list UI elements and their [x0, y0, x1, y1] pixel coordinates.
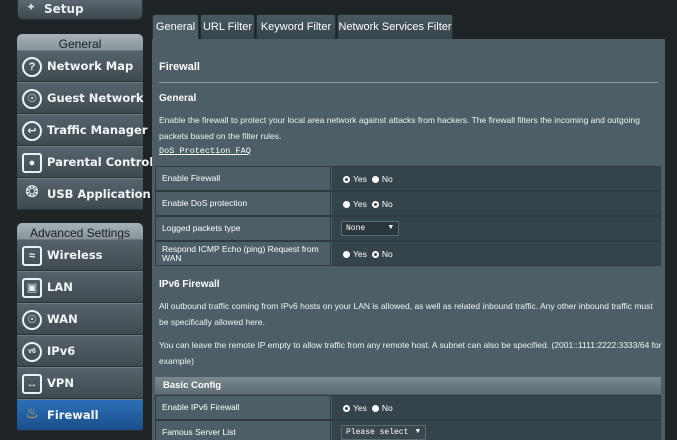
general-description: Enable the firewall to protect your loca… [159, 115, 640, 141]
setting-value: Please select ▼ [332, 421, 660, 440]
sidebar-item-network-map[interactable]: ? Network Map [17, 50, 143, 82]
enable-dos-yes-radio[interactable] [343, 200, 350, 208]
setting-label: Logged packets type [156, 217, 331, 240]
sidebar-item-label: Traffic Manager [47, 123, 148, 137]
radio-label: No [381, 249, 393, 259]
enable-firewall-row: Enable Firewall Yes No [155, 166, 661, 191]
vpn-icon: ↔ [22, 374, 42, 394]
sidebar-item-label: Wireless [47, 248, 103, 262]
setting-label: Enable Firewall [156, 167, 331, 190]
enable-dos-protection-row: Enable DoS protection Yes No [155, 191, 661, 216]
respond-icmp-row: Respond ICMP Echo (ping) Request from WA… [155, 241, 661, 266]
sidebar-item-wan[interactable]: ☉ WAN [17, 303, 143, 335]
chevron-down-icon: ▼ [388, 224, 393, 232]
sidebar-item-label: Guest Network [47, 91, 144, 105]
monitor-icon: ▣ [22, 278, 42, 298]
ipv6-description-1: All outbound traffic coming from IPv6 ho… [159, 301, 653, 327]
dos-protection-faq-link[interactable]: DoS Protection FAQ [159, 146, 251, 156]
sidebar-item-parental-controls[interactable]: ● Parental Controls [17, 146, 160, 178]
main-content: Firewall General Enable the firewall to … [152, 39, 665, 440]
puzzle-icon: ❂ [25, 184, 39, 201]
radio-label: Yes [353, 403, 367, 413]
network-map-icon: ? [22, 57, 42, 77]
setup-label: Setup [44, 2, 84, 16]
general-section-title: General [159, 93, 197, 104]
chevron-down-icon: ▼ [415, 428, 420, 436]
radio-label: Yes [353, 199, 367, 209]
sidebar-item-wireless[interactable]: ≈ Wireless [17, 239, 143, 271]
select-value: Please select [346, 428, 409, 437]
radio-label: No [381, 174, 393, 184]
enable-dos-no-radio[interactable] [371, 200, 379, 208]
setting-label: Respond ICMP Echo (ping) Request from WA… [156, 242, 331, 265]
setting-value: Yes No [332, 192, 660, 215]
setup-button[interactable]: ✦ Setup [17, 0, 143, 20]
sidebar-item-label: USB Application [47, 187, 151, 201]
advanced-menu: ≈ Wireless ▣ LAN ☉ WAN v6 IPv6 ↔ VPN ♨ F… [17, 239, 143, 431]
select-value: None [346, 224, 366, 233]
setting-value: Yes No [332, 396, 660, 419]
globe-icon: ☉ [22, 89, 42, 109]
wifi-icon: ≈ [22, 246, 42, 266]
gauge-icon: ↩ [22, 121, 42, 141]
sidebar-item-label: Firewall [47, 408, 99, 422]
page-title: Firewall [159, 61, 200, 73]
radio-label: Yes [353, 174, 367, 184]
respond-icmp-yes-radio[interactable] [343, 250, 350, 258]
lock-icon: ● [22, 153, 42, 173]
setting-label: Famous Server List [156, 421, 331, 440]
enable-ipv6-firewall-row: Enable IPv6 Firewall Yes No [155, 395, 661, 420]
sidebar-item-lan[interactable]: ▣ LAN [17, 271, 143, 303]
ipv6-icon: v6 [22, 342, 42, 362]
famous-server-list-select[interactable]: Please select ▼ [341, 425, 426, 440]
title-divider [159, 82, 658, 83]
setting-label: Enable DoS protection [156, 192, 331, 215]
sidebar-item-label: Parental Controls [47, 155, 161, 169]
sidebar-item-usb-application[interactable]: ❂ USB Application [17, 178, 151, 210]
setting-value: Yes No [332, 167, 660, 190]
sidebar-item-label: LAN [47, 280, 73, 294]
sidebar-item-guest-network[interactable]: ☉ Guest Network [17, 82, 144, 114]
ipv6-firewall-title: IPv6 Firewall [159, 279, 220, 290]
setting-value: None ▼ [332, 217, 660, 240]
firewall-icon: ♨ [25, 405, 39, 422]
enable-firewall-yes-radio[interactable] [343, 175, 350, 183]
sidebar-item-firewall[interactable]: ♨ Firewall [17, 399, 143, 431]
tab-url-filter[interactable]: URL Filter [200, 14, 255, 39]
wand-icon: ✦ [26, 0, 37, 14]
enable-firewall-no-radio[interactable] [371, 175, 379, 183]
radio-label: No [381, 403, 393, 413]
setting-label: Enable IPv6 Firewall [156, 396, 331, 419]
sidebar-item-label: Network Map [47, 59, 134, 73]
radio-label: No [381, 199, 393, 209]
tab-general[interactable]: General [152, 14, 199, 39]
respond-icmp-no-radio[interactable] [371, 250, 379, 258]
sidebar-item-ipv6[interactable]: v6 IPv6 [17, 335, 143, 367]
general-menu: ? Network Map ☉ Guest Network ↩ Traffic … [17, 50, 160, 210]
sidebar-item-traffic-manager[interactable]: ↩ Traffic Manager [17, 114, 148, 146]
tab-network-services-filter[interactable]: Network Services Filter [337, 14, 453, 39]
enable-ipv6-firewall-yes-radio[interactable] [343, 404, 350, 412]
tab-keyword-filter[interactable]: Keyword Filter [256, 14, 336, 39]
basic-config-header: Basic Config [155, 377, 661, 394]
setting-value: Yes No [332, 242, 660, 265]
sidebar-item-label: VPN [47, 376, 74, 390]
globe-icon: ☉ [22, 310, 42, 330]
logged-packets-type-row: Logged packets type None ▼ [155, 216, 661, 241]
famous-server-list-row: Famous Server List Please select ▼ [155, 420, 661, 440]
radio-label: Yes [353, 249, 367, 259]
sidebar: ✦ Setup General ? Network Map ☉ Guest Ne… [0, 0, 160, 440]
enable-ipv6-firewall-no-radio[interactable] [371, 404, 379, 412]
sidebar-item-label: IPv6 [47, 344, 76, 358]
logged-packets-type-select[interactable]: None ▼ [341, 221, 399, 236]
sidebar-item-label: WAN [47, 312, 78, 326]
ipv6-description-2: You can leave the remote IP empty to all… [159, 340, 662, 366]
sidebar-item-vpn[interactable]: ↔ VPN [17, 367, 143, 399]
